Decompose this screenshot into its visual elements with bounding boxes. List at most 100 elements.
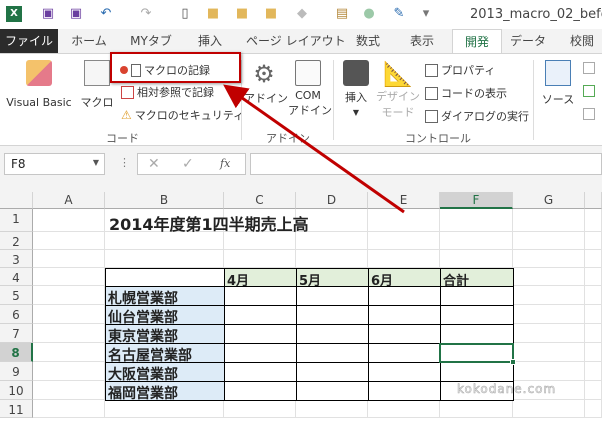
data-cell[interactable]: [368, 343, 441, 363]
cell[interactable]: [33, 209, 105, 232]
insert-function-icon[interactable]: fx: [220, 157, 230, 170]
month-header-cell[interactable]: 4月: [224, 268, 297, 289]
column-header-g[interactable]: G: [513, 192, 585, 209]
cell[interactable]: [513, 362, 585, 381]
save-icon[interactable]: ▣: [40, 6, 56, 22]
cell[interactable]: [585, 209, 602, 232]
cell[interactable]: [513, 400, 585, 418]
cell[interactable]: [585, 381, 602, 400]
active-cell-f8[interactable]: [439, 343, 514, 363]
tab-developer[interactable]: 開発: [452, 29, 502, 53]
column-header-a[interactable]: A: [33, 192, 105, 209]
macro-security-button[interactable]: ⚠ マクロのセキュリティ: [121, 107, 244, 123]
paint-bucket-icon[interactable]: ◆: [294, 6, 310, 22]
branch-name-cell[interactable]: 札幌営業部: [105, 286, 225, 307]
cell[interactable]: [224, 400, 296, 418]
data-cell[interactable]: [368, 362, 441, 382]
column-header-c[interactable]: C: [224, 192, 296, 209]
formula-input[interactable]: [250, 153, 602, 175]
cancel-icon[interactable]: ✕: [148, 156, 160, 172]
column-header-d[interactable]: D: [296, 192, 368, 209]
cell[interactable]: [585, 250, 602, 268]
cell[interactable]: [585, 305, 602, 324]
map-properties-icon[interactable]: [583, 62, 595, 74]
cell[interactable]: [368, 250, 440, 268]
tab-data[interactable]: データ: [508, 29, 548, 53]
view-code-button[interactable]: コードの表示: [425, 85, 507, 101]
circle-icon[interactable]: ●: [361, 6, 377, 22]
chevron-down-icon[interactable]: ▼: [93, 158, 99, 167]
cell[interactable]: [33, 400, 105, 418]
row-header-10[interactable]: 10: [0, 381, 33, 400]
cell[interactable]: [513, 286, 585, 305]
row-header-6[interactable]: 6: [0, 305, 33, 324]
data-cell[interactable]: [224, 305, 297, 325]
cell[interactable]: [513, 250, 585, 268]
data-cell[interactable]: [296, 381, 369, 401]
branch-name-cell[interactable]: 仙台営業部: [105, 305, 225, 326]
tab-home[interactable]: ホーム: [66, 29, 112, 53]
cell[interactable]: [513, 343, 585, 362]
cell[interactable]: [33, 324, 105, 343]
row-header-4[interactable]: 4: [0, 268, 33, 286]
cell[interactable]: [585, 362, 602, 381]
cell[interactable]: [585, 232, 602, 250]
com-addin-button[interactable]: COM アドイン: [288, 60, 332, 118]
cell[interactable]: [585, 400, 602, 418]
row-header-7[interactable]: 7: [0, 324, 33, 343]
row-header-1[interactable]: 1: [0, 209, 33, 232]
fill-handle[interactable]: [510, 359, 516, 365]
cell[interactable]: [513, 305, 585, 324]
relative-reference-button[interactable]: 相対参照で記録: [121, 84, 214, 100]
data-cell[interactable]: [368, 286, 441, 306]
cell[interactable]: [33, 286, 105, 305]
run-dialog-button[interactable]: ダイアログの実行: [425, 108, 529, 124]
data-cell[interactable]: [440, 362, 514, 382]
addin-button[interactable]: ⚙ アドイン: [244, 60, 288, 110]
data-cell[interactable]: [296, 286, 369, 306]
cell[interactable]: [440, 250, 513, 268]
cell[interactable]: [585, 343, 602, 362]
cell[interactable]: [33, 250, 105, 268]
row-header-3[interactable]: 3: [0, 250, 33, 268]
properties-button[interactable]: プロパティ: [425, 62, 495, 78]
folder-icon[interactable]: ■: [234, 6, 250, 22]
data-cell[interactable]: [368, 324, 441, 344]
design-mode-button[interactable]: 📐 デザイン モード: [376, 60, 420, 120]
cell[interactable]: [440, 400, 513, 418]
data-cell[interactable]: [368, 305, 441, 325]
column-header-e[interactable]: E: [368, 192, 440, 209]
column-header[interactable]: [585, 192, 602, 209]
folder-icon[interactable]: ■: [263, 6, 279, 22]
cell[interactable]: [296, 250, 368, 268]
data-cell[interactable]: [224, 381, 297, 401]
column-header-f[interactable]: F: [440, 192, 513, 209]
cell[interactable]: [513, 324, 585, 343]
cell[interactable]: [33, 343, 105, 362]
data-cell[interactable]: [296, 324, 369, 344]
select-all-button[interactable]: [0, 192, 33, 209]
cell[interactable]: [33, 381, 105, 400]
table-corner-cell[interactable]: [105, 268, 225, 287]
enter-icon[interactable]: ✓: [182, 156, 194, 172]
data-cell[interactable]: [296, 305, 369, 325]
xml-source-button[interactable]: ソース: [538, 60, 578, 111]
paste-icon[interactable]: ▤: [334, 6, 350, 22]
tab-review[interactable]: 校閲: [564, 29, 600, 53]
tab-file[interactable]: ファイル: [0, 29, 58, 53]
branch-name-cell[interactable]: 福岡営業部: [105, 381, 225, 402]
cell[interactable]: [440, 209, 513, 232]
insert-control-button[interactable]: 挿入 ▼: [338, 60, 374, 118]
tab-formulas[interactable]: 数式: [350, 29, 386, 53]
branch-name-cell[interactable]: 東京営業部: [105, 324, 225, 345]
cell[interactable]: [296, 400, 368, 418]
month-header-cell[interactable]: 5月: [296, 268, 369, 289]
name-box[interactable]: F8 ▼: [4, 153, 105, 175]
row-header-11[interactable]: 11: [0, 400, 33, 418]
cell[interactable]: [585, 286, 602, 305]
data-cell[interactable]: [224, 343, 297, 363]
cell[interactable]: [513, 232, 585, 250]
cell[interactable]: [33, 305, 105, 324]
cell[interactable]: [105, 250, 224, 268]
data-cell[interactable]: [296, 343, 369, 363]
